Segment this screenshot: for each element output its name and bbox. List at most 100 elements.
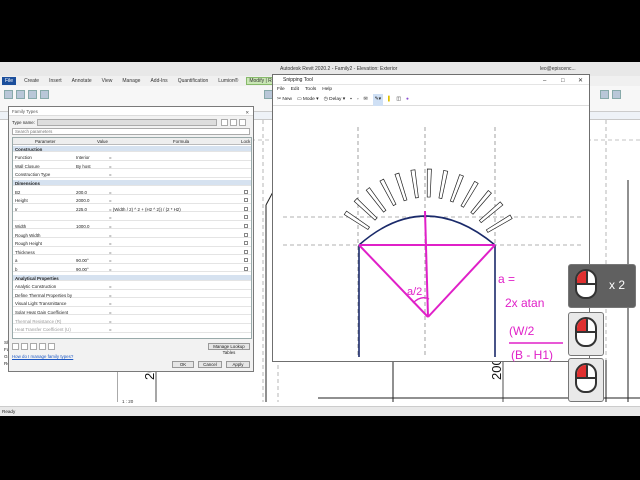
ribbon-tab[interactable]: Annotate <box>70 78 94 84</box>
paint3d-icon[interactable]: ● <box>406 94 409 106</box>
ribbon-tab[interactable]: File <box>2 77 17 85</box>
manage-lookup-tables-button[interactable]: Manage Lookup Tables <box>208 343 250 355</box>
move-up-icon[interactable] <box>39 343 46 350</box>
parameter-value[interactable]: 200.0 <box>76 190 87 195</box>
parameter-row[interactable]: B2 200.0 = <box>13 189 251 195</box>
lock-checkbox[interactable] <box>244 198 248 203</box>
pencil-icon[interactable] <box>12 343 19 350</box>
cut-icon[interactable] <box>28 90 37 99</box>
lock-checkbox[interactable] <box>244 249 248 254</box>
search-parameters-input[interactable] <box>12 128 250 135</box>
new-snip-button[interactable]: ✂ New <box>277 94 292 106</box>
parameter-row[interactable]: a 90.00° = <box>13 258 251 264</box>
send-icon[interactable]: ✉ <box>364 94 368 106</box>
lock-checkbox[interactable] <box>244 223 248 228</box>
parameter-formula[interactable]: = <box>109 155 112 160</box>
parameter-value[interactable]: Interior <box>76 155 90 160</box>
lock-checkbox[interactable] <box>244 215 248 220</box>
parameter-row[interactable]: Rough Width = <box>13 232 251 238</box>
ok-button[interactable]: OK <box>172 361 194 368</box>
cancel-button[interactable]: Cancel <box>198 361 222 368</box>
close-icon[interactable]: ✕ <box>578 76 583 86</box>
parameter-row[interactable]: Thermal Resistance (R) = <box>13 318 251 324</box>
lock-checkbox[interactable] <box>244 241 248 246</box>
parameter-row[interactable]: Height 2000.0 = <box>13 198 251 204</box>
ribbon-tab[interactable]: View <box>100 78 115 84</box>
parameter-value[interactable]: 90.00° <box>76 258 89 263</box>
parameter-value[interactable]: 90.00° <box>76 267 89 272</box>
copy-icon[interactable]: ▫ <box>357 94 359 106</box>
parameter-value[interactable]: 1000.0 <box>76 224 89 229</box>
ribbon-tab[interactable]: Create <box>22 78 41 84</box>
parameter-formula[interactable]: = <box>109 164 112 169</box>
parameter-row[interactable]: Function Interior = <box>13 155 251 161</box>
lock-checkbox[interactable] <box>244 232 248 237</box>
parameter-formula[interactable]: = <box>109 198 112 203</box>
parameter-formula[interactable]: = (Width / 2) ^ 2 + (H2 ^ 2)) / (2 * H2) <box>109 207 181 212</box>
pen-icon[interactable]: ✎▾ <box>372 93 384 106</box>
parameter-row[interactable]: Thickness = <box>13 249 251 256</box>
parameter-formula[interactable]: = <box>109 172 112 177</box>
parameter-group[interactable]: Construction <box>13 146 251 152</box>
ribbon-tab[interactable]: Insert <box>47 78 64 84</box>
load-into-project-icon[interactable] <box>600 90 609 99</box>
parameter-value[interactable]: 2000.0 <box>76 198 89 203</box>
ribbon-tab[interactable]: Quantification <box>176 78 211 84</box>
view-scale[interactable]: 1 : 20 <box>122 399 133 404</box>
parameter-formula[interactable]: = <box>109 284 112 289</box>
lock-checkbox[interactable] <box>244 189 248 194</box>
user-account[interactable]: leo@episcenc... <box>540 66 576 72</box>
parameter-row[interactable]: Heat Transfer Coefficient (U) = <box>13 327 251 333</box>
parameter-formula[interactable]: = <box>109 241 112 246</box>
parameter-row[interactable]: = <box>13 215 251 221</box>
parameter-formula[interactable]: = <box>109 250 112 255</box>
lock-checkbox[interactable] <box>244 258 248 263</box>
move-down-icon[interactable] <box>48 343 55 350</box>
parameter-group[interactable]: Dimensions <box>13 180 251 187</box>
parameter-formula[interactable]: = <box>109 224 112 229</box>
rename-type-icon[interactable] <box>230 119 237 126</box>
parameter-row[interactable]: Solar Heat Gain Coefficient = <box>13 309 251 316</box>
paste-icon[interactable] <box>16 90 25 99</box>
maximize-icon[interactable]: □ <box>561 76 565 86</box>
delay-button[interactable]: ◷ Delay ▾ <box>324 94 346 106</box>
apply-button[interactable]: Apply <box>226 361 250 368</box>
parameter-value[interactable]: 225.0 <box>76 207 87 212</box>
parameter-formula[interactable]: = <box>109 215 112 220</box>
parameter-row[interactable]: b 90.00° = <box>13 266 251 273</box>
parameter-group[interactable]: Analytical Properties <box>13 275 251 281</box>
eraser-icon[interactable]: ◫ <box>396 94 401 106</box>
parameter-formula[interactable]: = <box>109 267 112 272</box>
parameter-value[interactable]: By host <box>76 164 91 169</box>
parameter-row[interactable]: Wall Closure By host = <box>13 163 251 170</box>
new-parameter-icon[interactable] <box>21 343 28 350</box>
load-and-close-icon[interactable] <box>612 90 621 99</box>
new-type-icon[interactable] <box>221 119 228 126</box>
parameter-row[interactable]: Analytic Construction = <box>13 284 251 290</box>
lock-checkbox[interactable] <box>244 206 248 211</box>
join-icon[interactable] <box>40 90 49 99</box>
close-icon[interactable]: ✕ <box>245 108 249 117</box>
ribbon-tab[interactable]: Add-Ins <box>148 78 169 84</box>
parameter-row[interactable]: Construction Type = <box>13 172 251 178</box>
parameter-formula[interactable]: = <box>109 190 112 195</box>
ribbon-tab[interactable]: Lumion® <box>216 78 240 84</box>
delete-type-icon[interactable] <box>239 119 246 126</box>
parameter-row[interactable]: Rough Height = <box>13 241 251 247</box>
parameter-formula[interactable]: = <box>109 233 112 238</box>
highlighter-icon[interactable]: ▌ <box>388 94 391 106</box>
delete-parameter-icon[interactable] <box>30 343 37 350</box>
modify-icon[interactable] <box>4 90 13 99</box>
parameter-formula[interactable]: = <box>109 258 112 263</box>
parameter-formula[interactable]: = <box>109 301 112 306</box>
parameter-row[interactable]: Width 1000.0 = <box>13 223 251 230</box>
parameter-row[interactable]: Visual Light Transmittance = <box>13 301 251 307</box>
lock-checkbox[interactable] <box>244 266 248 271</box>
parameter-formula[interactable]: = <box>109 310 112 315</box>
minimize-icon[interactable]: – <box>543 76 546 86</box>
parameter-formula[interactable]: = <box>109 319 112 324</box>
parameter-row[interactable]: Ir 225.0 = (Width / 2) ^ 2 + (H2 ^ 2)) / (… <box>13 206 251 213</box>
save-icon[interactable]: ▪ <box>350 94 352 106</box>
parameter-row[interactable]: Define Thermal Properties by = <box>13 292 251 299</box>
parameter-formula[interactable]: = <box>109 293 112 298</box>
